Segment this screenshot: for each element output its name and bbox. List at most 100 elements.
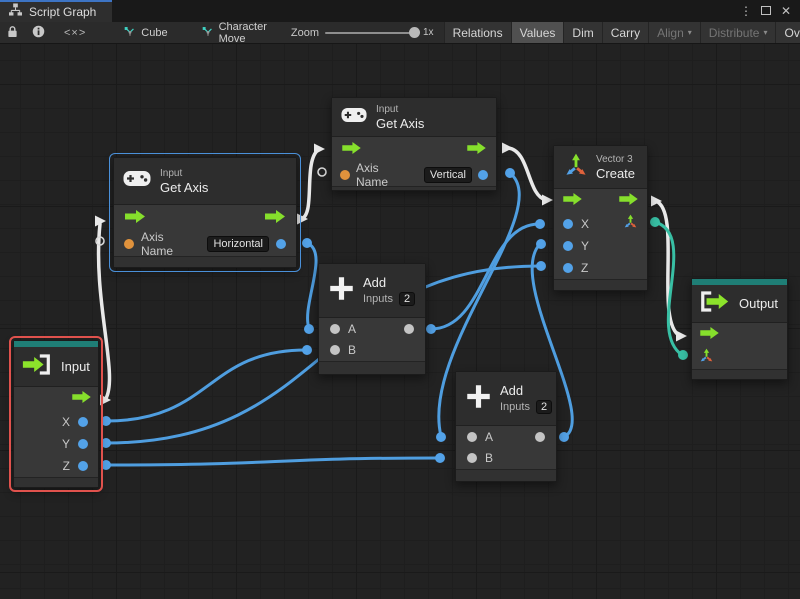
wire-value-input-z-to-add2-b[interactable] bbox=[106, 458, 439, 465]
wire-endpoint-dot[interactable] bbox=[101, 460, 111, 470]
window-menu-icon[interactable]: ⋮ bbox=[738, 4, 754, 18]
flow-output-arrow[interactable] bbox=[619, 192, 638, 210]
toolbar-button-carry[interactable]: Carry bbox=[602, 22, 648, 44]
node-vector3-create[interactable]: Vector 3 Create X bbox=[553, 145, 648, 291]
flow-endpoint-arrow-icon[interactable] bbox=[502, 143, 513, 154]
toolbar-button-distribute[interactable]: Distribute▾ bbox=[700, 22, 776, 44]
tab-bar: Script Graph ⋮ ✕ bbox=[0, 0, 800, 22]
node-header[interactable]: Input bbox=[14, 347, 98, 387]
node-add-top[interactable]: Add Inputs 2 A B bbox=[318, 263, 426, 375]
y-port-label: Y bbox=[581, 239, 589, 253]
node-graph-output[interactable]: Output bbox=[691, 278, 788, 380]
flow-output-arrow[interactable] bbox=[467, 141, 486, 159]
wire-endpoint-dot[interactable] bbox=[678, 350, 688, 360]
gamepad-icon bbox=[341, 107, 367, 128]
result-port[interactable] bbox=[478, 170, 488, 180]
wire-endpoint-dot[interactable] bbox=[101, 438, 111, 448]
wire-value-horizontal-to-add1-a[interactable] bbox=[307, 243, 316, 328]
node-graph-input[interactable]: Input X Y Z bbox=[13, 340, 99, 488]
zoom-slider[interactable] bbox=[325, 32, 417, 34]
lock-button[interactable] bbox=[0, 22, 25, 44]
axis-name-port[interactable] bbox=[124, 239, 134, 249]
lock-icon bbox=[7, 25, 18, 41]
wire-flow-getaxis-horizontal-to-vertical[interactable] bbox=[301, 150, 318, 219]
code-view-toggle[interactable]: <×> bbox=[52, 22, 98, 44]
wire-endpoint-dot[interactable] bbox=[304, 324, 314, 334]
toolbar-button-values[interactable]: Values bbox=[511, 22, 564, 44]
graph-canvas[interactable]: Input Get Axis Axis Name Horizontal bbox=[0, 0, 800, 599]
axis-name-port[interactable] bbox=[340, 170, 350, 180]
node-header[interactable]: Input Get Axis bbox=[114, 158, 296, 205]
unconnected-port-ring[interactable] bbox=[318, 168, 326, 176]
wire-flow-input-to-getaxis-horizontal[interactable] bbox=[99, 224, 110, 400]
tab-script-graph[interactable]: Script Graph bbox=[0, 0, 112, 22]
flow-input-arrow[interactable] bbox=[342, 141, 361, 159]
node-header[interactable]: Input Get Axis bbox=[332, 98, 496, 137]
flow-input-arrow[interactable] bbox=[700, 326, 719, 344]
z-input-port[interactable] bbox=[563, 263, 573, 273]
graph-asset-icon bbox=[124, 26, 136, 40]
inputs-count-field[interactable]: 2 bbox=[399, 292, 415, 306]
breadcrumb-character-move[interactable]: Character Move bbox=[192, 22, 277, 44]
toolbar-button-overv[interactable]: Overv bbox=[775, 22, 800, 44]
zoom-slider-handle[interactable] bbox=[409, 27, 420, 38]
toolbar-button-relations[interactable]: Relations bbox=[444, 22, 511, 44]
y-input-port[interactable] bbox=[563, 241, 573, 251]
wire-endpoint-dot[interactable] bbox=[435, 453, 445, 463]
sum-output-port[interactable] bbox=[535, 432, 545, 442]
a-input-port[interactable] bbox=[467, 432, 477, 442]
flow-input-arrow[interactable] bbox=[563, 192, 582, 210]
node-title: Output bbox=[739, 296, 778, 311]
flow-output-arrow[interactable] bbox=[265, 210, 285, 228]
vector3-input-port[interactable] bbox=[699, 348, 714, 368]
z-output-port[interactable] bbox=[78, 461, 88, 471]
x-input-port[interactable] bbox=[563, 219, 573, 229]
wire-endpoint-dot[interactable] bbox=[505, 168, 515, 178]
flow-endpoint-arrow-icon[interactable] bbox=[542, 195, 553, 206]
b-input-port[interactable] bbox=[467, 453, 477, 463]
wire-endpoint-dot[interactable] bbox=[101, 416, 111, 426]
node-header[interactable]: Output bbox=[692, 285, 787, 323]
flow-output-arrow[interactable] bbox=[72, 390, 91, 408]
wire-endpoint-dot[interactable] bbox=[536, 261, 546, 271]
b-input-port[interactable] bbox=[330, 345, 340, 355]
b-port-label: B bbox=[348, 343, 356, 357]
wire-endpoint-dot[interactable] bbox=[302, 238, 312, 248]
x-output-port[interactable] bbox=[78, 417, 88, 427]
node-add-bottom[interactable]: Add Inputs 2 A B bbox=[455, 371, 557, 482]
y-output-port[interactable] bbox=[78, 439, 88, 449]
wire-endpoint-dot[interactable] bbox=[559, 432, 569, 442]
node-category: Input bbox=[376, 103, 424, 116]
node-header[interactable]: Vector 3 Create bbox=[554, 146, 647, 189]
wire-endpoint-dot[interactable] bbox=[650, 217, 660, 227]
toolbar-button-dim[interactable]: Dim bbox=[563, 22, 601, 44]
node-get-axis-horizontal[interactable]: Input Get Axis Axis Name Horizontal bbox=[113, 157, 297, 268]
window-maximize-icon[interactable] bbox=[758, 4, 774, 18]
breadcrumb-cube[interactable]: Cube bbox=[114, 26, 177, 40]
wire-value-add1-to-vector3-x[interactable] bbox=[431, 224, 539, 329]
flow-endpoint-arrow-icon[interactable] bbox=[676, 331, 687, 342]
vector3-output-port[interactable] bbox=[623, 214, 638, 234]
wire-endpoint-dot[interactable] bbox=[436, 432, 446, 442]
inputs-label: Inputs bbox=[363, 293, 393, 306]
info-button[interactable] bbox=[25, 22, 52, 44]
flow-input-arrow[interactable] bbox=[125, 210, 145, 228]
toolbar-button-align[interactable]: Align▾ bbox=[648, 22, 700, 44]
wire-endpoint-dot[interactable] bbox=[426, 324, 436, 334]
unity-visual-scripting-window: Input Get Axis Axis Name Horizontal bbox=[0, 0, 800, 599]
a-input-port[interactable] bbox=[330, 324, 340, 334]
result-port[interactable] bbox=[276, 239, 286, 249]
wire-endpoint-dot[interactable] bbox=[536, 239, 546, 249]
sum-output-port[interactable] bbox=[404, 324, 414, 334]
node-header[interactable]: Add Inputs 2 bbox=[456, 372, 556, 426]
window-close-icon[interactable]: ✕ bbox=[778, 4, 794, 18]
inputs-count-field[interactable]: 2 bbox=[536, 400, 552, 414]
axis-name-field[interactable]: Horizontal bbox=[207, 236, 269, 252]
node-header[interactable]: Add Inputs 2 bbox=[319, 264, 425, 318]
flow-endpoint-arrow-icon[interactable] bbox=[314, 144, 325, 155]
node-get-axis-vertical[interactable]: Input Get Axis Axis Name Vertical bbox=[331, 97, 497, 191]
axis-name-field[interactable]: Vertical bbox=[424, 167, 472, 183]
wire-endpoint-dot[interactable] bbox=[535, 219, 545, 229]
wire-value-input-x-to-add1-b[interactable] bbox=[106, 350, 306, 421]
wire-endpoint-dot[interactable] bbox=[302, 345, 312, 355]
